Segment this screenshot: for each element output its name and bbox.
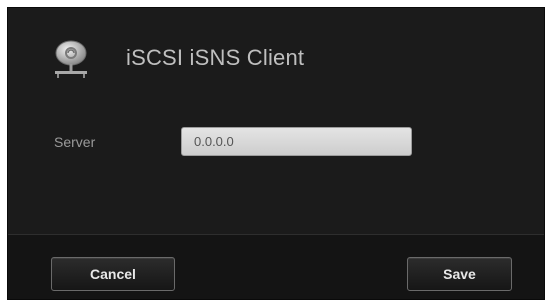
server-row: Server <box>8 126 544 160</box>
dialog-title: iSCSI iSNS Client <box>126 45 305 70</box>
server-label: Server <box>54 134 96 150</box>
dialog-header: iSCSI iSNS Client <box>8 8 544 103</box>
iscsi-isns-dialog: iSCSI iSNS Client Server Cancel Save <box>7 7 545 300</box>
server-input[interactable] <box>181 127 412 156</box>
network-globe-icon <box>52 39 90 79</box>
dialog-footer: Cancel Save <box>8 235 544 299</box>
cancel-button[interactable]: Cancel <box>51 257 175 291</box>
save-button[interactable]: Save <box>407 257 512 291</box>
